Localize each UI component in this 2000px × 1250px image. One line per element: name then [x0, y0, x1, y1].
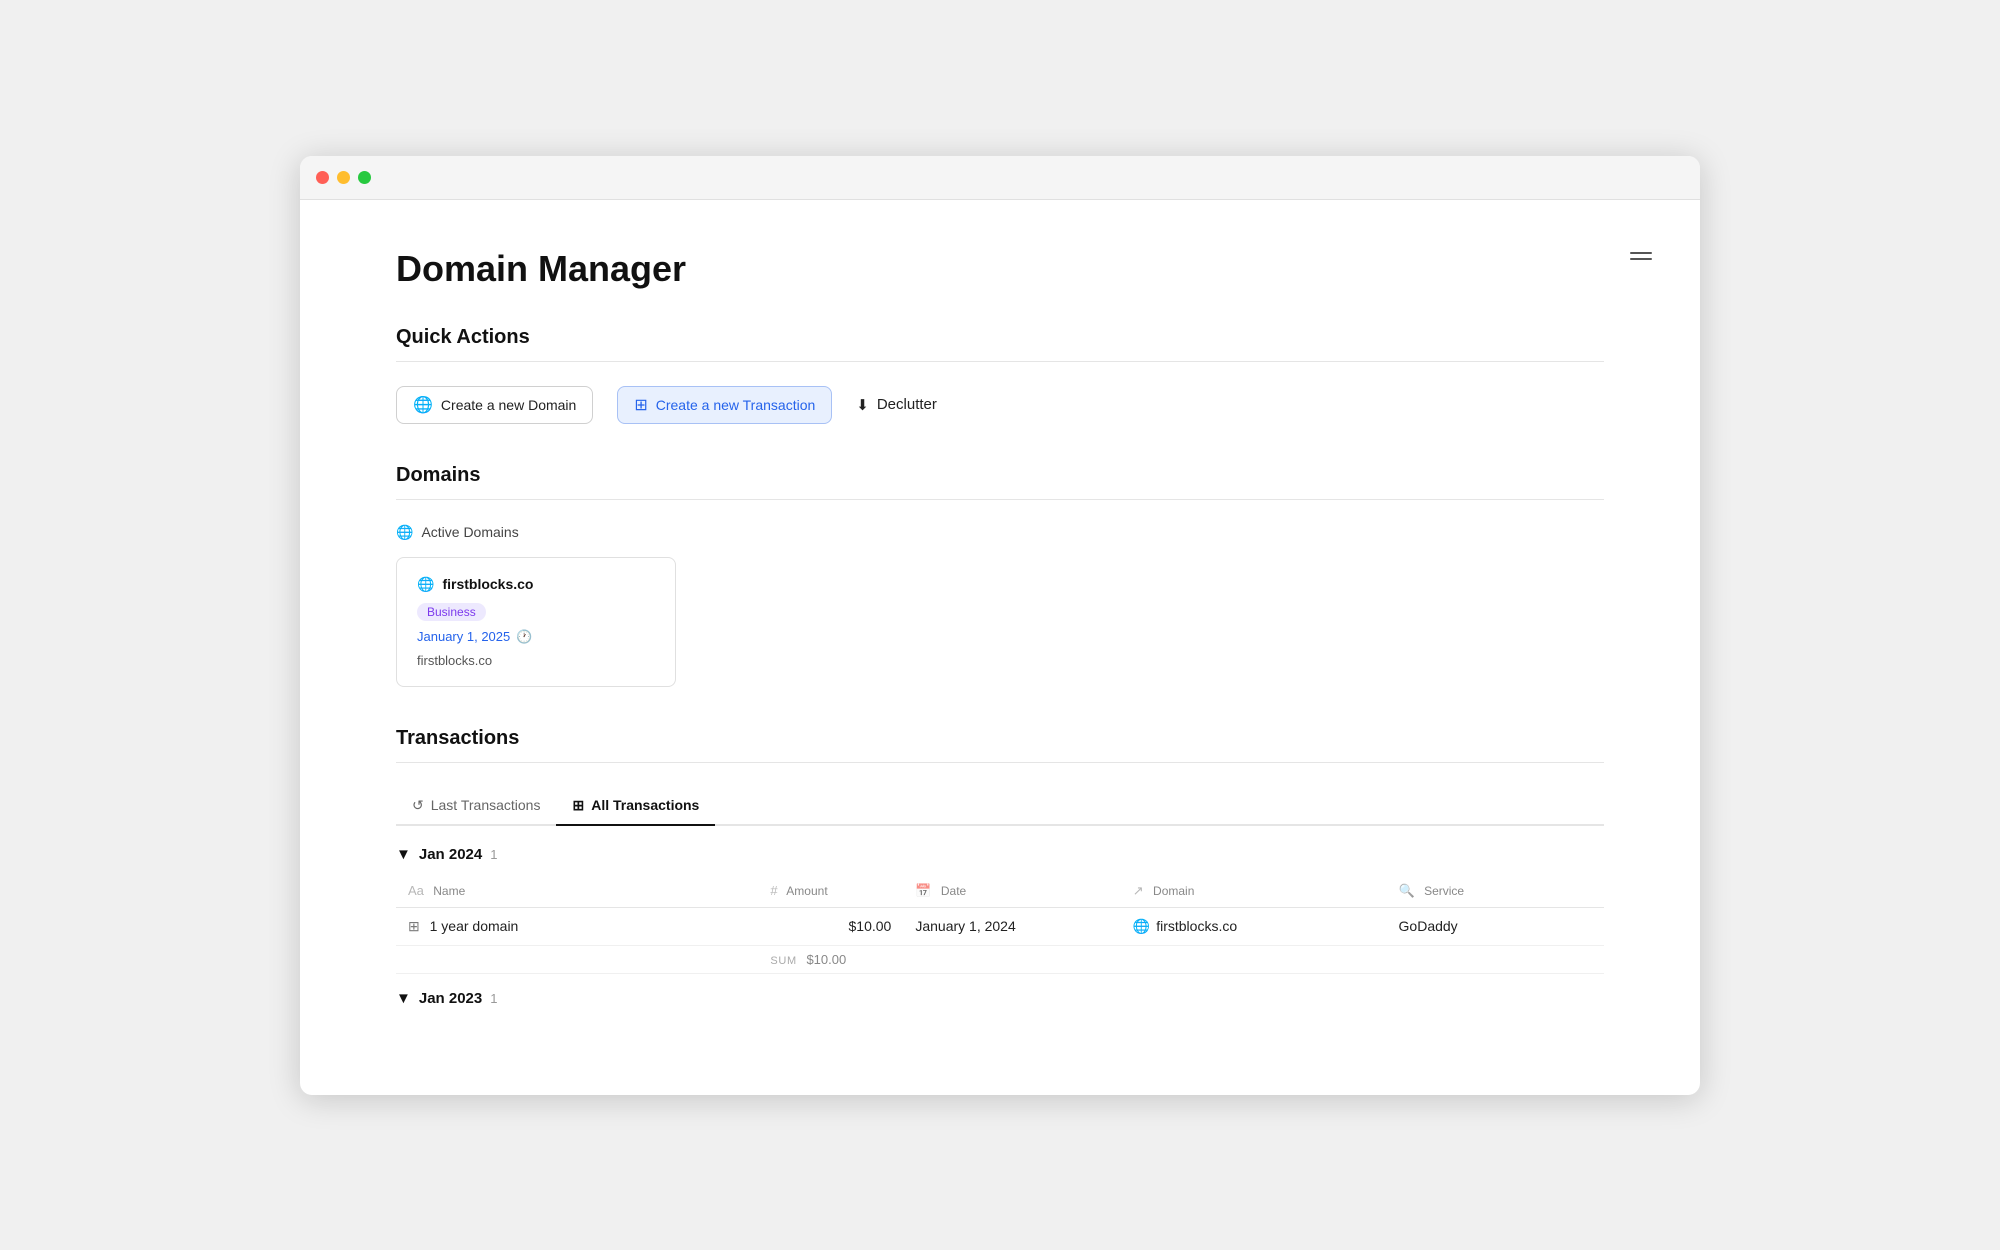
service-col-icon: 🔍 [1399, 883, 1415, 898]
declutter-button[interactable]: ⬇ Declutter [856, 392, 937, 418]
group-header-jan2024[interactable]: ▼ Jan 2024 1 [396, 846, 1604, 863]
group-chevron-icon: ▼ [396, 846, 411, 863]
quick-actions-section: Quick Actions 🌐 Create a new Domain ⊞ Cr… [396, 326, 1604, 424]
domain-globe-icon: 🌐 [417, 576, 434, 593]
row-amount: $10.00 [758, 907, 903, 945]
row-icon: ⊞ [408, 918, 420, 934]
maximize-button[interactable] [358, 171, 371, 184]
page-title: Domain Manager [396, 248, 1604, 290]
domain-badge-row: Business [417, 603, 655, 621]
tab-last-transactions[interactable]: ↺ Last Transactions [396, 787, 556, 826]
row-domain: 🌐 firstblocks.co [1121, 907, 1387, 945]
group-header-jan2023[interactable]: ▼ Jan 2023 1 [396, 990, 1604, 1007]
last-tab-icon: ↺ [412, 797, 424, 814]
declutter-label: Declutter [877, 396, 937, 413]
all-tab-label: All Transactions [591, 797, 699, 813]
row-service: GoDaddy [1387, 907, 1604, 945]
col-date-label: Date [941, 884, 966, 898]
domain-url: firstblocks.co [417, 653, 655, 668]
group-period: Jan 2024 [419, 846, 482, 863]
titlebar [300, 156, 1700, 200]
table-row[interactable]: ⊞ 1 year domain $10.00 January 1, 2024 🌐… [396, 907, 1604, 945]
col-header-name: Aa Name [396, 875, 758, 908]
create-transaction-label: Create a new Transaction [656, 397, 816, 413]
transactions-table: Aa Name # Amount 📅 Date [396, 875, 1604, 974]
table-header-row: Aa Name # Amount 📅 Date [396, 875, 1604, 908]
row-date: January 1, 2024 [903, 907, 1120, 945]
globe-icon: 🌐 [413, 395, 433, 415]
transactions-divider [396, 762, 1604, 763]
sum-row: SUM $10.00 [396, 945, 1604, 973]
main-content: Domain Manager Quick Actions 🌐 Create a … [300, 200, 1700, 1095]
col-header-domain: ↗ Domain [1121, 875, 1387, 908]
sum-label: SUM [770, 955, 796, 967]
domain-col-icon: ↗ [1133, 883, 1144, 898]
name-col-icon: Aa [408, 883, 424, 898]
row-domain-icon: 🌐 [1133, 918, 1150, 935]
active-domains-globe-icon: 🌐 [396, 524, 413, 541]
col-header-date: 📅 Date [903, 875, 1120, 908]
col-name-label: Name [433, 884, 465, 898]
create-transaction-button[interactable]: ⊞ Create a new Transaction [617, 386, 832, 424]
transaction-group-jan2024: ▼ Jan 2024 1 Aa Name # Amount [396, 846, 1604, 974]
group-chevron-icon-2023: ▼ [396, 990, 411, 1007]
transactions-section: Transactions ↺ Last Transactions ⊞ All T… [396, 727, 1604, 1007]
amount-col-icon: # [770, 883, 777, 898]
quick-actions-divider [396, 361, 1604, 362]
create-domain-button[interactable]: 🌐 Create a new Domain [396, 386, 593, 424]
minimize-button[interactable] [337, 171, 350, 184]
col-amount-label: Amount [786, 884, 827, 898]
transaction-group-jan2023: ▼ Jan 2023 1 [396, 990, 1604, 1007]
last-tab-label: Last Transactions [431, 797, 541, 813]
domain-card-header: 🌐 firstblocks.co [417, 576, 655, 593]
transactions-title: Transactions [396, 727, 1604, 750]
quick-actions-title: Quick Actions [396, 326, 1604, 349]
transaction-icon: ⊞ [634, 395, 647, 415]
domains-divider [396, 499, 1604, 500]
col-domain-label: Domain [1153, 884, 1194, 898]
clock-icon: 🕐 [516, 629, 532, 645]
declutter-icon: ⬇ [856, 396, 869, 414]
domains-section: Domains 🌐 Active Domains 🌐 firstblocks.c… [396, 464, 1604, 687]
domain-badge: Business [417, 603, 486, 621]
col-header-service: 🔍 Service [1387, 875, 1604, 908]
domain-name: firstblocks.co [442, 576, 533, 592]
traffic-lights [316, 171, 371, 184]
date-col-icon: 📅 [915, 883, 931, 898]
domain-date-text: January 1, 2025 [417, 629, 510, 644]
row-name: ⊞ 1 year domain [396, 907, 758, 945]
active-domains-text: Active Domains [421, 524, 518, 540]
actions-row: 🌐 Create a new Domain ⊞ Create a new Tra… [396, 386, 1604, 424]
domain-card[interactable]: 🌐 firstblocks.co Business January 1, 202… [396, 557, 676, 687]
all-tab-icon: ⊞ [572, 797, 584, 814]
active-domains-label: 🌐 Active Domains [396, 524, 1604, 541]
app-window: Domain Manager Quick Actions 🌐 Create a … [300, 156, 1700, 1095]
close-button[interactable] [316, 171, 329, 184]
group-count: 1 [490, 847, 497, 862]
transactions-tabs: ↺ Last Transactions ⊞ All Transactions [396, 787, 1604, 826]
menu-button[interactable] [1630, 252, 1652, 260]
domain-date: January 1, 2025 🕐 [417, 629, 655, 645]
group-period-2023: Jan 2023 [419, 990, 482, 1007]
sum-amount: SUM $10.00 [758, 945, 903, 973]
col-service-label: Service [1424, 884, 1464, 898]
tab-all-transactions[interactable]: ⊞ All Transactions [556, 787, 715, 826]
domains-title: Domains [396, 464, 1604, 487]
col-header-amount: # Amount [758, 875, 903, 908]
create-domain-label: Create a new Domain [441, 397, 576, 413]
group-count-2023: 1 [490, 991, 497, 1006]
